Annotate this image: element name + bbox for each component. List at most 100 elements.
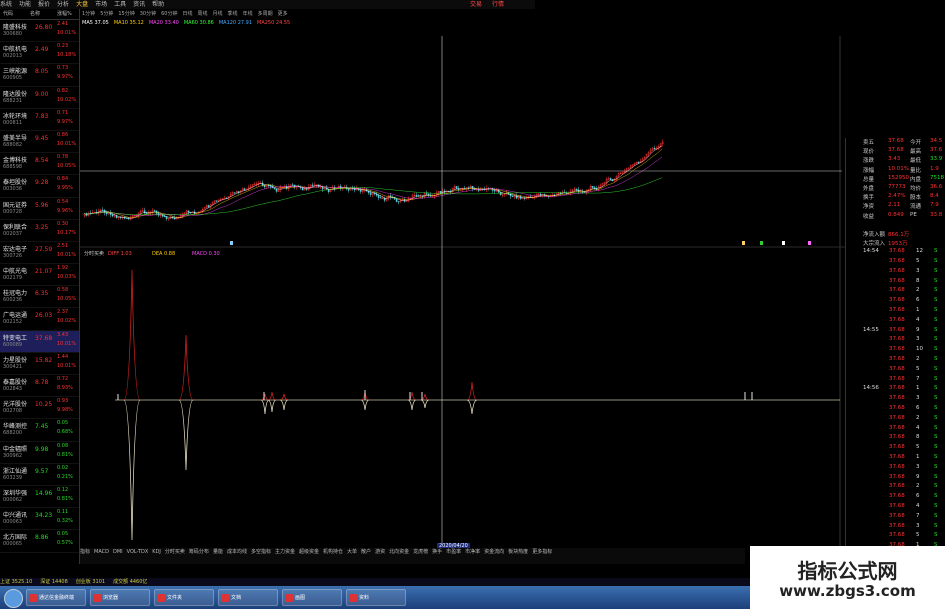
toolbar-right-item-0[interactable]: 交易 [470,1,482,8]
period-tab-10[interactable]: 多周期 [258,10,273,19]
stock-row[interactable]: 桂冠电力 600236 6.35 0.58 10.05% [0,286,79,309]
indicator-tab-13[interactable]: 大单 [347,548,357,556]
taskbar-item-2[interactable]: 文件夹 [154,589,214,606]
period-tab-5[interactable]: 日线 [183,10,193,19]
start-button[interactable] [4,589,23,608]
stock-row[interactable]: 华峰测控 688200 7.45 0.05 0.68% [0,419,79,442]
candle-body [377,195,380,198]
indicator-tab-4[interactable]: KDJ [152,548,161,556]
candle-body [145,212,148,215]
stock-row[interactable]: 泰坦股份 003036 9.28 0.84 9.95% [0,175,79,198]
taskbar-item-4[interactable]: 画图 [282,589,342,606]
stock-row[interactable]: 广电运通 002152 26.03 2.37 10.02% [0,308,79,331]
stock-row[interactable]: 宏达电子 300726 27.59 2.51 10.01% [0,242,79,265]
stock-row[interactable]: 中航机电 002013 2.49 0.23 10.18% [0,42,79,65]
indicator-tab-22[interactable]: 板块热度 [508,548,528,556]
stock-price: 6.35 [35,290,49,298]
list-header-1[interactable]: 名称 [30,9,40,19]
period-tab-8[interactable]: 季线 [228,10,238,19]
period-tab-1[interactable]: 5分钟 [100,10,113,19]
sub-legend-3: MACD 0.30 [192,251,220,257]
stock-price: 9.00 [35,90,49,98]
indicator-tab-1[interactable]: MACD [94,548,109,556]
stock-row[interactable]: 隆达股份 688231 9.00 0.82 10.02% [0,87,79,109]
menu-item-5[interactable]: 市场 [95,0,107,9]
indicator-tab-11[interactable]: 超级资金 [299,548,319,556]
indicator-tab-5[interactable]: 分时买卖 [165,548,185,556]
taskbar-item-1[interactable]: 浏览器 [90,589,150,606]
toolbar-right: 交易 行情 [460,0,504,9]
indicator-tab-10[interactable]: 主力资金 [275,548,295,556]
period-tab-9[interactable]: 年线 [243,10,253,19]
stock-row[interactable]: 保利联合 002037 3.25 0.30 10.17% [0,220,79,242]
indicator-tab-9[interactable]: 多空指标 [251,548,271,556]
taskbar-item-3[interactable]: 文档 [218,589,278,606]
stock-row[interactable]: 光洋股份 002708 10.25 0.93 9.98% [0,397,79,420]
list-header-2[interactable]: 涨幅% [57,9,72,19]
stock-row[interactable]: 深圳华强 000062 14.96 0.12 0.81% [0,486,79,509]
menu-item-0[interactable]: 系统 [0,0,12,9]
indicator-tab-15[interactable]: 游资 [375,548,385,556]
quote-value-2: 33.8 [930,211,943,218]
taskbar-item-0[interactable]: 通达信金融终端 [26,589,86,606]
indicator-tab-18[interactable]: 换手 [432,548,442,556]
taskbar-item-5[interactable]: 资料 [346,589,406,606]
menu-item-6[interactable]: 工具 [114,0,126,9]
stock-row[interactable]: 力星股份 300421 15.82 1.44 10.01% [0,353,79,375]
indicator-tab-12[interactable]: 机构持仓 [323,548,343,556]
menu-item-4[interactable]: 大盘 [76,0,88,9]
tick-volume: 3 [916,336,920,343]
indicator-tab-0[interactable]: 指标 [80,548,90,556]
period-tab-3[interactable]: 30分钟 [140,10,156,19]
indicator-tab-21[interactable]: 资金流向 [484,548,504,556]
period-tab-6[interactable]: 周线 [198,10,208,19]
stock-row[interactable]: 泰嘉股份 002843 8.78 0.72 8.93% [0,375,79,398]
stock-name: 桂冠电力 [3,290,28,298]
stock-price: 14.96 [35,489,53,497]
stock-row[interactable]: 中兴通讯 000063 34.23 0.11 0.32% [0,508,79,531]
stock-row[interactable]: 浙江仙通 603239 9.57 0.02 0.21% [0,464,79,486]
quote-value: 2.11 [888,202,901,209]
indicator-tab-7[interactable]: 量能 [213,548,223,556]
list-header-0[interactable]: 代码 [3,9,13,19]
period-tab-4[interactable]: 60分钟 [161,10,177,19]
toolbar-right-item-1[interactable]: 行情 [492,1,504,8]
stock-row[interactable]: 北方国际 000065 8.86 0.05 0.57% [0,530,79,553]
indicator-tab-2[interactable]: DMI [113,548,123,556]
period-tab-0[interactable]: 1分钟 [82,10,95,19]
indicator-tab-16[interactable]: 北向资金 [389,548,409,556]
quote-label: 总量 [863,176,875,183]
stock-row[interactable]: 特变电工 600089 37.68 3.43 10.01% [0,330,79,353]
indicator-tab-19[interactable]: 市盈率 [446,548,461,556]
stock-row[interactable]: 金博科技 688598 8.54 0.78 10.05% [0,153,79,176]
stock-code: 002037 [3,230,23,237]
stock-row[interactable]: 国元证券 000728 5.96 0.54 9.96% [0,198,79,220]
period-tab-7[interactable]: 月线 [213,10,223,19]
period-tab-11[interactable]: 更多 [278,10,288,19]
kline-chart[interactable]: 分时买卖 DIFF 1.03 DEA 0.88 MACD 0.30 [80,36,845,546]
menu-item-8[interactable]: 帮助 [152,0,164,9]
stock-row[interactable]: 冰轮环境 000811 7.83 0.71 9.97% [0,109,79,131]
stock-row[interactable]: 隆盛科技 300680 26.80 2.41 10.01% [0,20,79,43]
period-tab-2[interactable]: 15分钟 [118,10,134,19]
stock-row[interactable]: 中金辐照 300962 9.98 0.08 0.81% [0,442,79,464]
stock-row[interactable]: 三峡能源 600905 8.05 0.73 9.97% [0,64,79,87]
stock-price: 9.57 [35,467,49,475]
indicator-tab-6[interactable]: 筹码分布 [189,548,209,556]
menu-item-2[interactable]: 报价 [38,0,50,9]
menu-item-7[interactable]: 资讯 [133,0,145,9]
indicator-tab-20[interactable]: 市净率 [465,548,480,556]
menu-item-1[interactable]: 功能 [19,0,31,9]
indicator-tab-23[interactable]: 更多指标 [532,548,552,556]
stock-row[interactable]: 中航光电 002179 21.07 1.92 10.03% [0,264,79,287]
menu-item-3[interactable]: 分析 [57,0,69,9]
tick-side: S [934,512,938,519]
event-marker-0 [230,241,233,245]
stock-code: 000065 [3,541,23,548]
stock-row[interactable]: 盛美半导 688082 9.45 0.86 10.01% [0,131,79,154]
indicator-tab-8[interactable]: 成本均线 [227,548,247,556]
indicator-tab-17[interactable]: 龙虎榜 [413,548,428,556]
indicator-tab-3[interactable]: VOL-TDX [127,548,149,556]
quote-value: 152950 [888,174,909,181]
indicator-tab-14[interactable]: 散户 [361,548,371,556]
